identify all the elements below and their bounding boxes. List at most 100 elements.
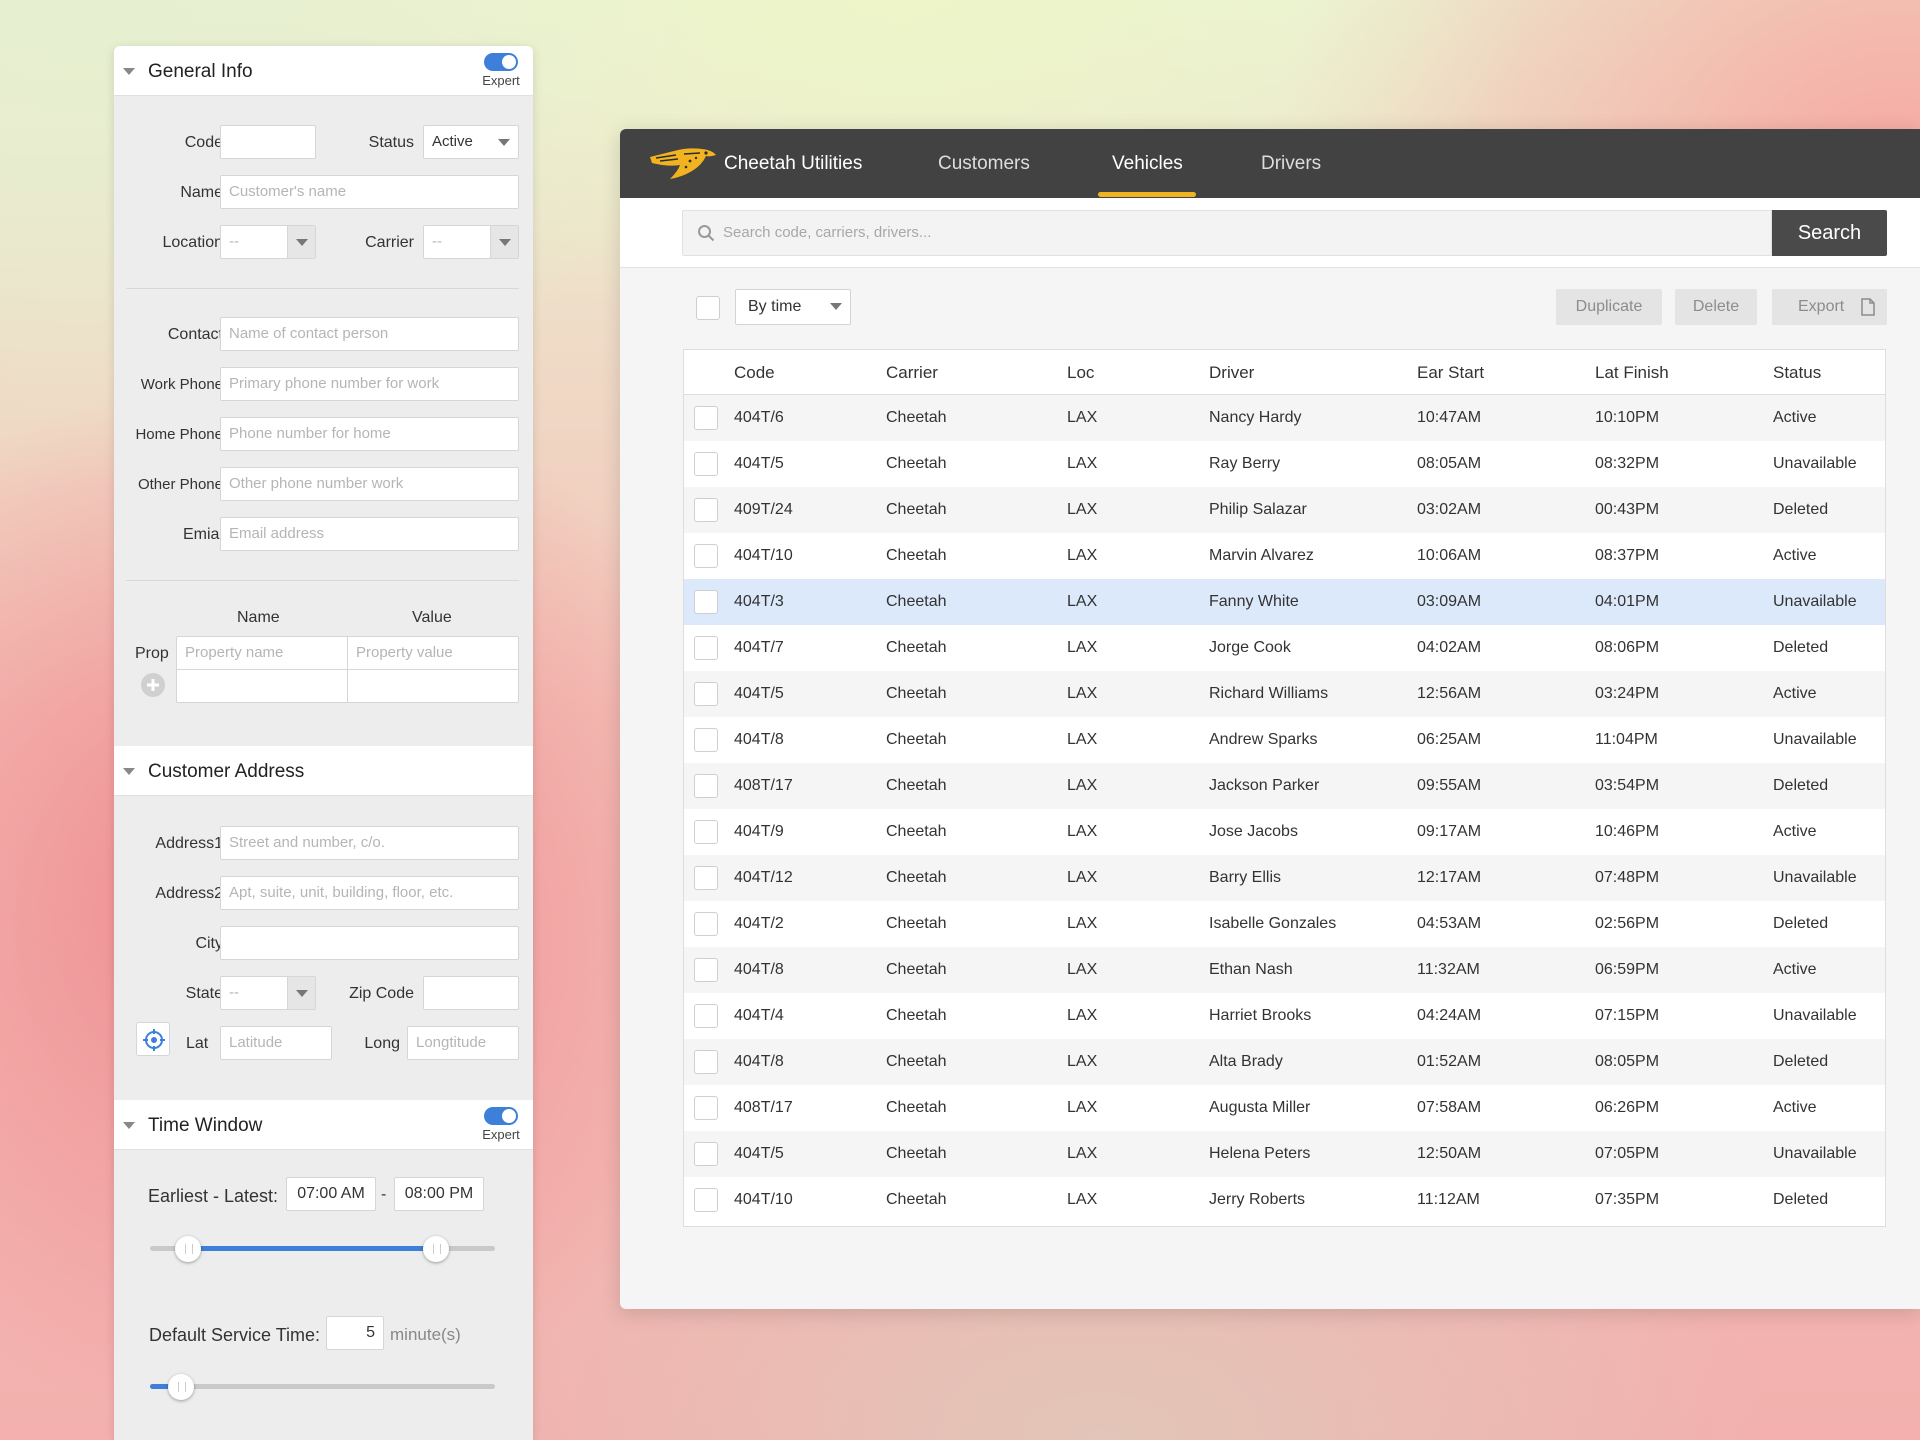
- row-checkbox[interactable]: [694, 1188, 718, 1212]
- status-select[interactable]: Active: [423, 125, 519, 159]
- row-checkbox[interactable]: [694, 1004, 718, 1028]
- cell-driver: Jerry Roberts: [1209, 1191, 1306, 1208]
- row-checkbox[interactable]: [694, 544, 718, 568]
- table-row[interactable]: 404T/7 Cheetah LAX Jorge Cook 04:02AM 08:06PM…: [684, 625, 1885, 671]
- property-name-input[interactable]: Property name: [176, 636, 348, 670]
- table-row[interactable]: 404T/3 Cheetah LAX Fanny White 03:09AM 04:01P…: [684, 579, 1885, 625]
- toggle-switch-icon[interactable]: [484, 1107, 518, 1125]
- zip-code-input[interactable]: [423, 976, 519, 1010]
- email-input[interactable]: Email address: [220, 517, 519, 551]
- row-checkbox[interactable]: [694, 1142, 718, 1166]
- location-select[interactable]: --: [220, 225, 316, 259]
- row-checkbox[interactable]: [694, 774, 718, 798]
- search-input[interactable]: Search code, carriers, drivers...: [723, 211, 931, 255]
- row-checkbox[interactable]: [694, 498, 718, 522]
- duplicate-button[interactable]: Duplicate: [1556, 289, 1662, 325]
- row-checkbox[interactable]: [694, 452, 718, 476]
- toggle-switch-icon[interactable]: [484, 53, 518, 71]
- expert-toggle-time[interactable]: Expert: [479, 1107, 523, 1142]
- column-header-status[interactable]: Status: [1773, 363, 1821, 383]
- latest-time-input[interactable]: 08:00 PM: [394, 1177, 484, 1211]
- collapse-caret-icon[interactable]: [123, 768, 135, 775]
- earliest-time-input[interactable]: 07:00 AM: [286, 1177, 376, 1211]
- address1-input[interactable]: Street and number, c/o.: [220, 826, 519, 860]
- select-all-checkbox[interactable]: [696, 296, 720, 320]
- service-slider-track[interactable]: [150, 1384, 495, 1389]
- work-phone-input[interactable]: Primary phone number for work: [220, 367, 519, 401]
- export-button[interactable]: Export: [1772, 289, 1887, 325]
- time-window-header[interactable]: Time Window Expert: [114, 1100, 533, 1150]
- latest-slider-handle[interactable]: [423, 1236, 450, 1262]
- table-row[interactable]: 404T/8 Cheetah LAX Alta Brady 01:52AM 08:05PM…: [684, 1039, 1885, 1085]
- row-checkbox[interactable]: [694, 636, 718, 660]
- table-row[interactable]: 404T/5 Cheetah LAX Richard Williams 12:56AM 0…: [684, 671, 1885, 717]
- property-value-input-2[interactable]: [347, 669, 519, 703]
- table-row[interactable]: 409T/24 Cheetah LAX Philip Salazar 03:02AM 00…: [684, 487, 1885, 533]
- row-checkbox[interactable]: [694, 590, 718, 614]
- name-input[interactable]: Customer's name: [220, 175, 519, 209]
- column-header-driver[interactable]: Driver: [1209, 363, 1254, 383]
- general-info-header[interactable]: General Info Expert: [114, 46, 533, 96]
- add-property-icon[interactable]: [140, 672, 166, 698]
- earliest-slider-handle[interactable]: [174, 1236, 201, 1262]
- row-checkbox[interactable]: [694, 406, 718, 430]
- home-phone-input[interactable]: Phone number for home: [220, 417, 519, 451]
- cell-carrier: Cheetah: [886, 731, 947, 748]
- column-header-carrier[interactable]: Carrier: [886, 363, 938, 383]
- search-button[interactable]: Search: [1772, 210, 1887, 256]
- table-row[interactable]: 404T/8 Cheetah LAX Ethan Nash 11:32AM 06:59PM…: [684, 947, 1885, 993]
- sort-select[interactable]: By time: [735, 289, 851, 325]
- nav-vehicles[interactable]: Vehicles: [1112, 153, 1183, 175]
- table-row[interactable]: 404T/12 Cheetah LAX Barry Ellis 12:17AM 07:48…: [684, 855, 1885, 901]
- customer-address-header[interactable]: Customer Address: [114, 746, 533, 796]
- collapse-caret-icon[interactable]: [123, 1122, 135, 1129]
- column-header-ear-start[interactable]: Ear Start: [1417, 363, 1484, 383]
- nav-customers[interactable]: Customers: [938, 153, 1030, 175]
- property-name-input-2[interactable]: [176, 669, 348, 703]
- collapse-caret-icon[interactable]: [123, 68, 135, 75]
- table-row[interactable]: 404T/6 Cheetah LAX Nancy Hardy 10:47AM 10:10P…: [684, 395, 1885, 441]
- nav-drivers[interactable]: Drivers: [1261, 153, 1321, 175]
- other-phone-input[interactable]: Other phone number work: [220, 467, 519, 501]
- delete-button[interactable]: Delete: [1675, 289, 1757, 325]
- row-checkbox[interactable]: [694, 866, 718, 890]
- city-input[interactable]: [220, 926, 519, 960]
- brand-name[interactable]: Cheetah Utilities: [724, 153, 862, 175]
- row-checkbox[interactable]: [694, 820, 718, 844]
- chevron-down-icon: [490, 226, 518, 258]
- table-row[interactable]: 404T/10 Cheetah LAX Marvin Alvarez 10:06AM 08…: [684, 533, 1885, 579]
- table-row[interactable]: 404T/5 Cheetah LAX Helena Peters 12:50AM 07:0…: [684, 1131, 1885, 1177]
- contact-input[interactable]: Name of contact person: [220, 317, 519, 351]
- table-row[interactable]: 404T/5 Cheetah LAX Ray Berry 08:05AM 08:32PM U…: [684, 441, 1885, 487]
- state-select[interactable]: --: [220, 976, 316, 1010]
- service-time-input[interactable]: 5: [326, 1316, 384, 1350]
- search-field[interactable]: Search code, carriers, drivers...: [682, 210, 1772, 256]
- row-checkbox[interactable]: [694, 1050, 718, 1074]
- code-input[interactable]: [220, 125, 316, 159]
- table-row[interactable]: 408T/17 Cheetah LAX Jackson Parker 09:55AM 03…: [684, 763, 1885, 809]
- table-row[interactable]: 404T/9 Cheetah LAX Jose Jacobs 09:17AM 10:46P…: [684, 809, 1885, 855]
- property-value-input[interactable]: Property value: [347, 636, 519, 670]
- carrier-select[interactable]: --: [423, 225, 519, 259]
- table-row[interactable]: 404T/8 Cheetah LAX Andrew Sparks 06:25AM 11:0…: [684, 717, 1885, 763]
- row-checkbox[interactable]: [694, 958, 718, 982]
- expert-toggle-general[interactable]: Expert: [479, 53, 523, 88]
- table-row[interactable]: 404T/2 Cheetah LAX Isabelle Gonzales 04:53AM…: [684, 901, 1885, 947]
- table-row[interactable]: 404T/10 Cheetah LAX Jerry Roberts 11:12AM 07:…: [684, 1177, 1885, 1223]
- service-slider-handle[interactable]: [168, 1374, 195, 1400]
- column-header-loc[interactable]: Loc: [1067, 363, 1094, 383]
- cell-status: Active: [1773, 409, 1817, 426]
- locate-button[interactable]: [136, 1022, 170, 1056]
- cell-loc: LAX: [1067, 869, 1098, 886]
- row-checkbox[interactable]: [694, 682, 718, 706]
- row-checkbox[interactable]: [694, 1096, 718, 1120]
- latitude-input[interactable]: Latitude: [220, 1026, 332, 1060]
- table-row[interactable]: 404T/4 Cheetah LAX Harriet Brooks 04:24AM 07:…: [684, 993, 1885, 1039]
- table-row[interactable]: 408T/17 Cheetah LAX Augusta Miller 07:58AM 06…: [684, 1085, 1885, 1131]
- column-header-code[interactable]: Code: [734, 363, 775, 383]
- longitude-input[interactable]: Longtitude: [407, 1026, 519, 1060]
- column-header-lat-finish[interactable]: Lat Finish: [1595, 363, 1669, 383]
- row-checkbox[interactable]: [694, 728, 718, 752]
- row-checkbox[interactable]: [694, 912, 718, 936]
- address2-input[interactable]: Apt, suite, unit, building, floor, etc.: [220, 876, 519, 910]
